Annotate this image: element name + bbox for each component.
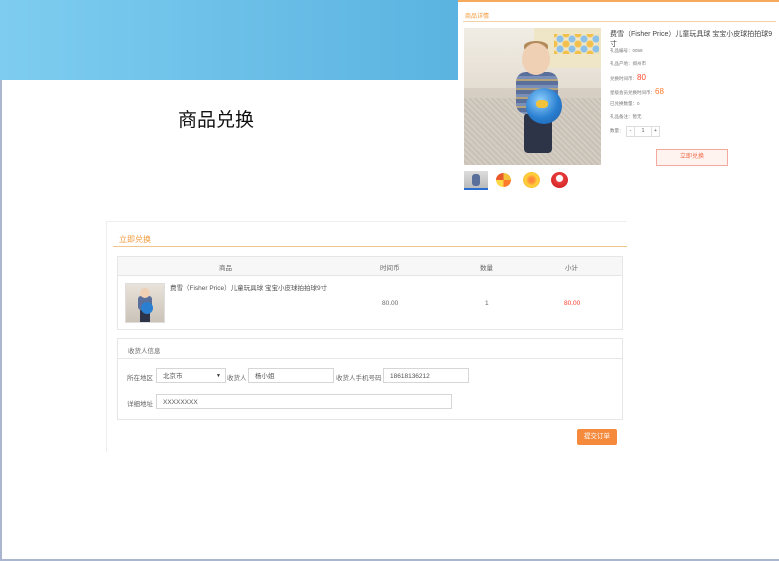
col-subtotal: 小计 [565,265,578,272]
order-section-title: 立即兑换 [119,235,151,244]
thumbnail-3[interactable] [520,171,544,188]
thumbnail-4[interactable] [548,171,572,188]
page-title: 商品兑换 [178,110,255,131]
cart-item-thumbnail [125,283,165,323]
submit-order-button[interactable]: 提交订单 [577,429,617,445]
region-select[interactable]: 北京市 ▼ [156,368,226,383]
quantity-label: 数量： [610,128,624,133]
receiver-input[interactable]: 杨小姐 [248,368,334,383]
detail-section-divider [463,21,776,22]
address-header: 收货人信息 [118,339,622,359]
price-value: 80 [637,73,646,82]
quantity-stepper: - 1 + [626,126,660,137]
phone-input[interactable]: 18618136212 [383,368,469,383]
cart-item-price: 80.00 [382,300,399,307]
col-product: 商品 [219,265,232,272]
chevron-down-icon: ▼ [216,373,221,379]
item-origin: 礼品产地：郑州市 [610,61,646,66]
left-divider [0,80,2,561]
item-number: 礼品编号：0059 [610,48,643,53]
product-name: 费雪（Fisher Price）儿童玩具球 宝宝小皮球拍拍球9寸 [610,31,773,48]
table-row: 费雪（Fisher Price）儿童玩具球 宝宝小皮球拍拍球9寸 80.00 1… [118,276,622,328]
cart-item-qty: 1 [485,300,489,307]
col-price: 时间币 [380,265,400,272]
exchange-now-button[interactable]: 立即兑换 [656,149,728,166]
order-section-divider [113,246,627,247]
item-remark: 礼品备注：暂无 [610,114,642,119]
cart-item-name: 费雪（Fisher Price）儿童玩具球 宝宝小皮球拍拍球9寸 [170,285,328,292]
address-form: 收货人信息 所在地区 北京市 ▼ 收货人 杨小姐 收货人手机号码 1861813… [117,338,623,420]
cart-header: 商品 时间币 数量 小计 [118,257,622,276]
quantity-plus-button[interactable]: + [651,126,660,137]
region-value: 北京市 [163,373,183,380]
address-detail-input[interactable]: XXXXXXXX [156,394,452,409]
thumbnail-1[interactable] [464,171,488,190]
order-panel: 立即兑换 商品 时间币 数量 小计 费雪（Fisher Price）儿童玩具球 … [106,221,627,452]
address-detail-label: 详细地址 [127,401,153,408]
product-detail-panel: 商品详情 费雪（Fisher Price）儿童玩具球 宝宝小皮球拍拍球9寸 礼品… [458,0,779,192]
price-label: 兑换时间币： [610,76,637,81]
quantity-minus-button[interactable]: - [626,126,635,137]
cart-item-subtotal: 80.00 [564,300,581,307]
detail-section-title: 商品详情 [465,14,490,20]
receiver-label: 收货人 [227,375,247,382]
col-qty: 数量 [480,265,493,272]
thumbnail-strip [464,171,572,190]
member-price-label: 星级会员兑换时间币： [610,90,655,95]
member-price-value: 68 [655,87,664,96]
quantity-input[interactable]: 1 [635,126,651,137]
member-price-row: 星级会员兑换时间币：68 [610,87,664,96]
cart-table: 商品 时间币 数量 小计 费雪（Fisher Price）儿童玩具球 宝宝小皮球… [117,256,623,330]
phone-label: 收货人手机号码 [336,375,382,382]
product-main-image [464,28,601,165]
address-section-title: 收货人信息 [128,348,161,355]
header-banner [0,0,458,80]
region-label: 所在地区 [127,375,153,382]
price-row: 兑换时间币：80 [610,73,646,82]
exchanged-count: 已兑换数量：0 [610,101,640,106]
thumbnail-2[interactable] [492,171,516,188]
